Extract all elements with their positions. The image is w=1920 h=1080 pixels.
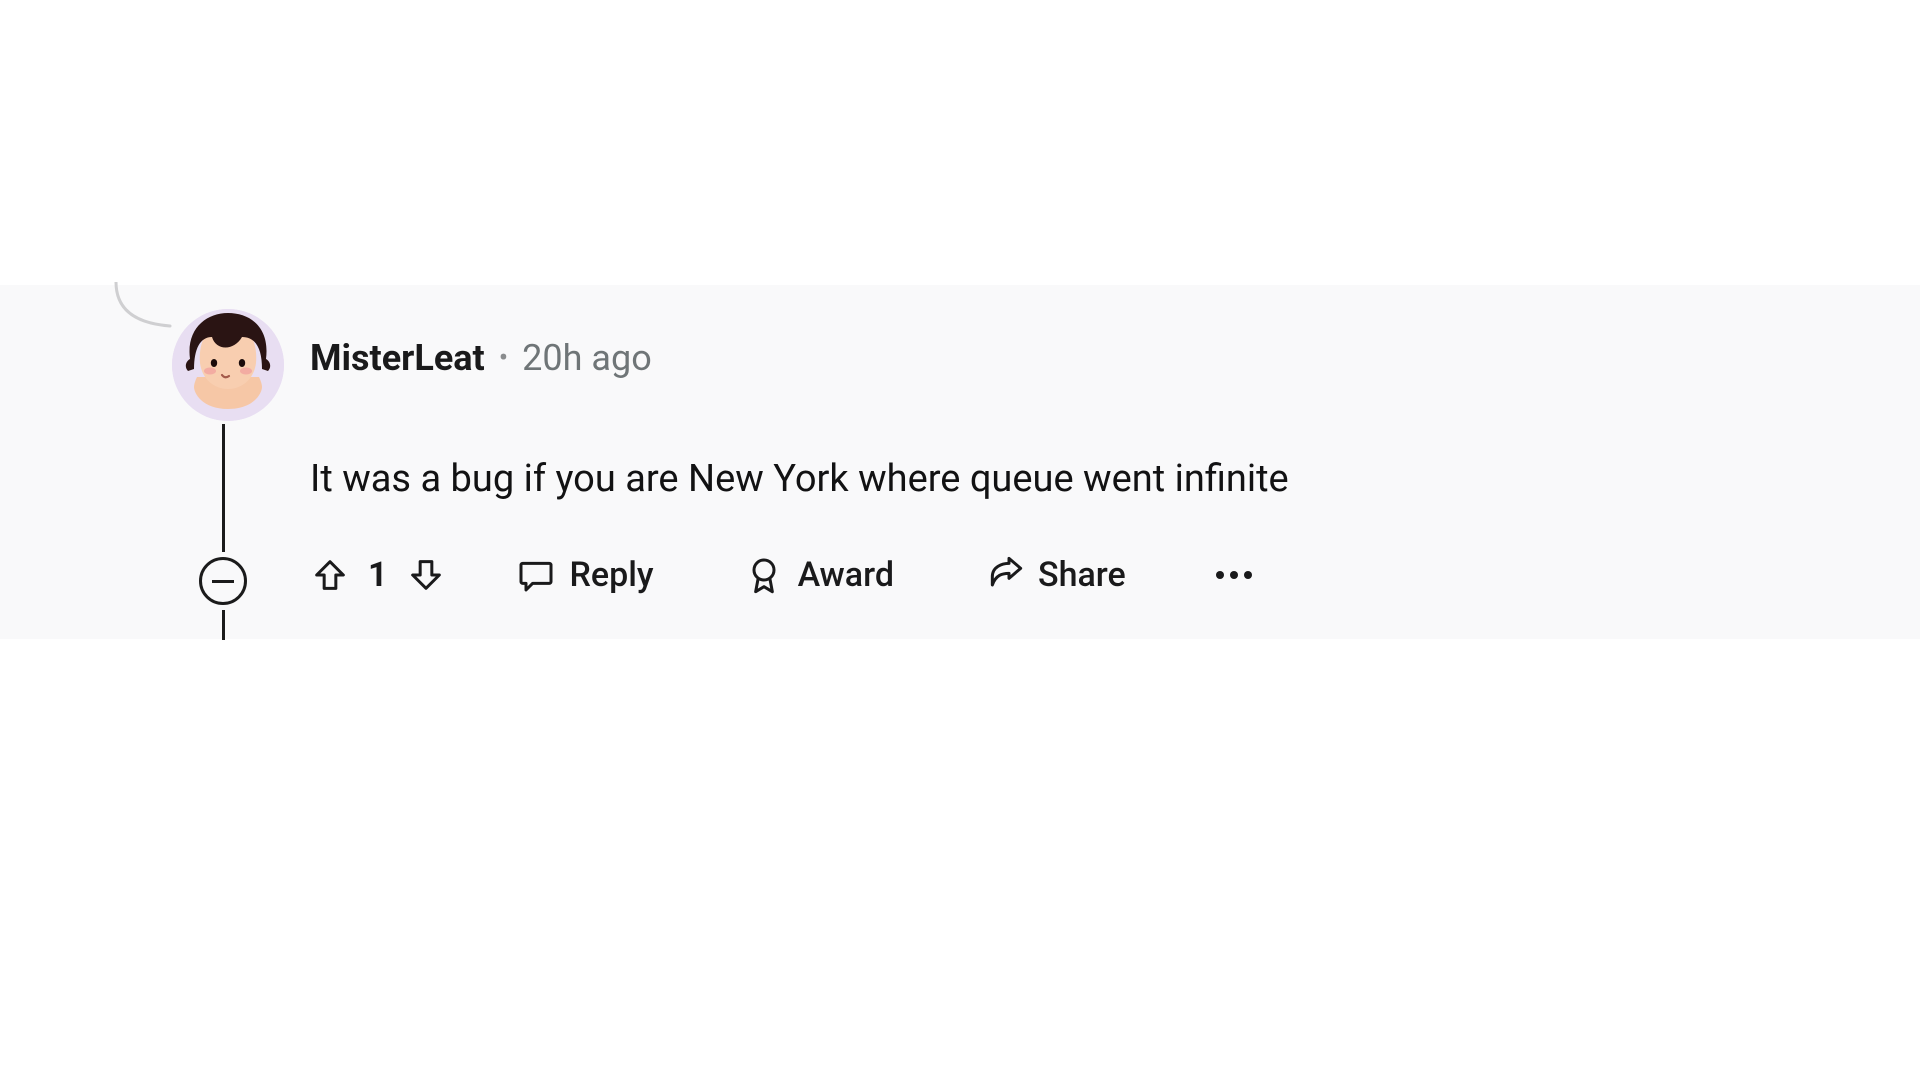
meta-separator: •	[499, 344, 508, 372]
timestamp: 20h ago	[522, 340, 652, 376]
ellipsis-icon	[1216, 571, 1224, 579]
vote-score: 1	[368, 555, 388, 595]
minus-icon	[212, 580, 234, 583]
reply-label: Reply	[570, 555, 654, 595]
ellipsis-icon	[1244, 571, 1252, 579]
arrow-up-icon	[310, 555, 350, 595]
share-label: Share	[1038, 555, 1126, 595]
comment-meta: MisterLeat • 20h ago	[310, 340, 652, 376]
thread-line	[222, 424, 225, 552]
collapse-thread-button[interactable]	[199, 557, 247, 605]
comment-icon	[516, 555, 556, 595]
arrow-down-icon	[406, 555, 446, 595]
comment-body: It was a bug if you are New York where q…	[310, 455, 1289, 504]
comment-actions: 1 Reply Award Share	[310, 555, 1252, 595]
avatar[interactable]	[172, 309, 284, 421]
share-button[interactable]: Share	[984, 555, 1126, 595]
downvote-button[interactable]	[406, 555, 446, 595]
username-link[interactable]: MisterLeat	[310, 340, 485, 376]
more-options-button[interactable]	[1216, 571, 1252, 579]
award-button[interactable]: Award	[744, 555, 894, 595]
share-icon	[984, 555, 1024, 595]
vote-controls: 1	[310, 555, 446, 595]
upvote-button[interactable]	[310, 555, 350, 595]
reply-button[interactable]: Reply	[516, 555, 654, 595]
award-icon	[744, 555, 784, 595]
thread-connector-curve	[110, 282, 180, 330]
thread-line	[222, 610, 225, 640]
award-label: Award	[798, 555, 894, 595]
ellipsis-icon	[1230, 571, 1238, 579]
